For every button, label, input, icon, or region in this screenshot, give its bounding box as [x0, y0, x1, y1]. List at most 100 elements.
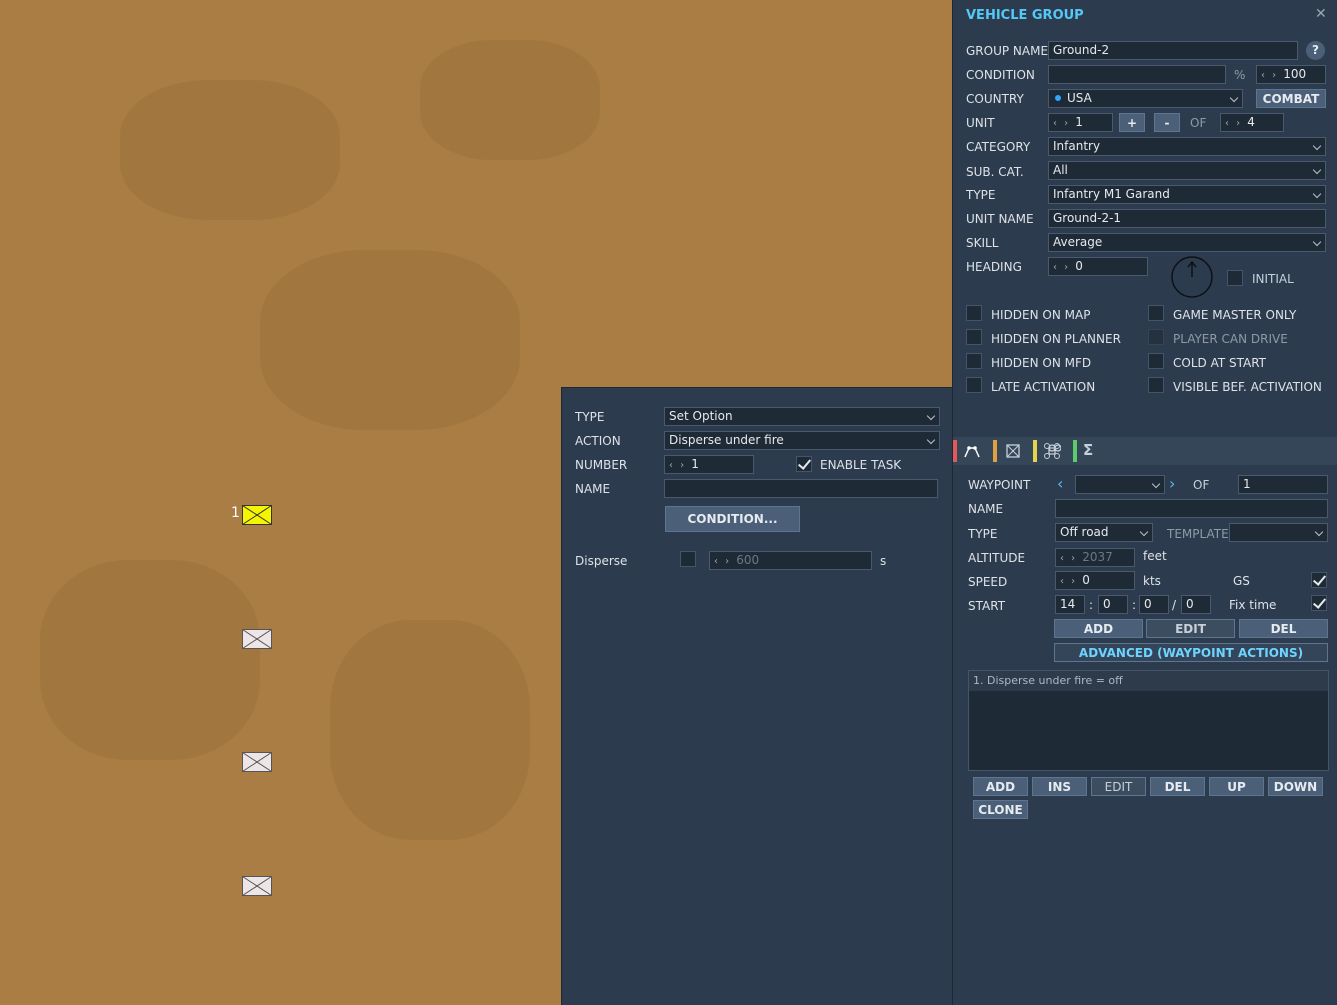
start-minutes-input[interactable]: 0 [1098, 595, 1128, 614]
action-up-button[interactable]: UP [1209, 777, 1264, 796]
disperse-checkbox[interactable] [680, 551, 696, 567]
action-clone-button[interactable]: CLONE [973, 800, 1028, 819]
unit-value: 1 [1075, 115, 1083, 129]
category-select[interactable]: Infantry [1048, 137, 1326, 156]
condition-percent-spinner[interactable]: ‹ › 100 [1256, 65, 1326, 84]
start-fraction-input[interactable]: 0 [1181, 595, 1211, 614]
sigma-icon[interactable]: Σ [1083, 441, 1101, 459]
heading-spinner[interactable]: ‹ › 0 [1048, 257, 1148, 276]
group-name-input[interactable]: Ground-2 [1048, 41, 1298, 60]
close-icon[interactable]: ✕ [1315, 6, 1327, 22]
chevron-down-icon [1312, 141, 1322, 151]
task-type-select[interactable]: Set Option [664, 407, 940, 426]
unit-marker[interactable] [242, 752, 272, 772]
waypoint-add-button[interactable]: ADD [1054, 619, 1143, 638]
hidden-on-map-checkbox[interactable] [966, 305, 982, 321]
tab-route[interactable] [963, 442, 981, 460]
advanced-waypoint-actions-button[interactable]: ADVANCED (WAYPOINT ACTIONS) [1054, 643, 1328, 662]
condition-input[interactable] [1048, 65, 1226, 84]
initial-checkbox[interactable] [1227, 270, 1243, 286]
waypoint-type-select[interactable]: Off road [1055, 523, 1153, 542]
category-value: Infantry [1053, 139, 1101, 153]
prev-waypoint-icon[interactable]: ‹ [1057, 474, 1063, 493]
time-separator: : [1089, 598, 1094, 612]
start-label: START [968, 599, 1006, 613]
unit-spinner[interactable]: ‹ › 1 [1048, 113, 1113, 132]
fix-time-label: Fix time [1229, 598, 1277, 612]
spinner-arrows-icon[interactable]: ‹ › [1060, 576, 1077, 587]
spinner-arrows-icon[interactable]: ‹ › [1053, 118, 1070, 129]
spinner-arrows-icon[interactable]: ‹ › [1261, 70, 1278, 81]
enable-task-label: ENABLE TASK [820, 458, 902, 472]
condition-button[interactable]: CONDITION... [665, 506, 800, 532]
combat-button[interactable]: COMBAT [1256, 89, 1326, 108]
unit-label: UNIT [966, 116, 995, 130]
speed-unit: kts [1143, 574, 1161, 588]
list-item[interactable]: 1. Disperse under fire = off [969, 671, 1328, 691]
hidden-on-mfd-checkbox[interactable] [966, 353, 982, 369]
waypoint-edit-button[interactable]: EDIT [1146, 619, 1235, 638]
enable-task-checkbox[interactable] [796, 456, 812, 472]
waypoint-select[interactable] [1075, 475, 1165, 494]
subcat-select[interactable]: All [1048, 161, 1326, 180]
waypoint-name-input[interactable] [1055, 499, 1328, 518]
country-label: COUNTRY [966, 92, 1024, 106]
tab-color-marker [953, 440, 957, 462]
chevron-down-icon [1312, 189, 1322, 199]
waypoint-label: WAYPOINT [968, 478, 1031, 492]
unit-total-spinner[interactable]: ‹ › 4 [1220, 113, 1284, 132]
start-hours-input[interactable]: 14 [1055, 595, 1085, 614]
tab-payload[interactable] [1043, 442, 1062, 460]
visible-bef-activation-label: VISIBLE BEF. ACTIVATION [1173, 380, 1322, 394]
late-activation-checkbox[interactable] [966, 377, 982, 393]
start-seconds-input[interactable]: 0 [1139, 595, 1169, 614]
unit-name-input[interactable]: Ground-2-1 [1048, 209, 1326, 228]
unit-marker[interactable] [242, 629, 272, 649]
hidden-on-planner-checkbox[interactable] [966, 329, 982, 345]
spinner-arrows-icon[interactable]: ‹ › [1053, 262, 1070, 273]
spinner-arrows-icon[interactable]: ‹ › [669, 460, 686, 471]
unit-number-label: 1 [231, 505, 240, 521]
disperse-spinner[interactable]: ‹ › 600 [709, 551, 872, 570]
tab-triggers[interactable] [1004, 442, 1022, 460]
waypoint-type-label: TYPE [968, 527, 998, 541]
task-name-input[interactable] [664, 479, 938, 498]
type-select[interactable]: Infantry M1 Garand [1048, 185, 1326, 204]
gs-checkbox[interactable] [1311, 572, 1327, 588]
waypoint-total: 1 [1238, 475, 1328, 494]
visible-bef-activation-checkbox[interactable] [1148, 377, 1164, 393]
task-number-spinner[interactable]: ‹ › 1 [664, 455, 754, 474]
spinner-arrows-icon[interactable]: ‹ › [1225, 118, 1242, 129]
next-waypoint-icon[interactable]: › [1169, 474, 1175, 493]
action-ins-button[interactable]: INS [1032, 777, 1087, 796]
waypoint-actions-list[interactable]: 1. Disperse under fire = off [968, 670, 1329, 771]
speed-spinner[interactable]: ‹ › 0 [1055, 571, 1135, 590]
tab-color-marker [1073, 440, 1077, 462]
command-icon [1044, 443, 1062, 459]
action-edit-button[interactable]: EDIT [1091, 777, 1146, 796]
task-panel: TYPE Set Option ACTION Disperse under fi… [561, 387, 952, 1005]
action-del-button[interactable]: DEL [1150, 777, 1205, 796]
fix-time-checkbox[interactable] [1311, 595, 1327, 611]
country-select[interactable]: USA [1048, 89, 1243, 108]
remove-unit-button[interactable]: - [1154, 113, 1180, 132]
chevron-down-icon [1151, 479, 1161, 489]
cold-at-start-checkbox[interactable] [1148, 353, 1164, 369]
altitude-unit: feet [1143, 549, 1167, 563]
skill-select[interactable]: Average [1048, 233, 1326, 252]
unit-marker-active[interactable] [242, 505, 272, 525]
condition-label: CONDITION [966, 68, 1035, 82]
task-action-select[interactable]: Disperse under fire [664, 431, 940, 450]
action-add-button[interactable]: ADD [973, 777, 1028, 796]
unit-total-value: 4 [1247, 115, 1255, 129]
start-fraction-value: 0 [1186, 597, 1194, 611]
add-unit-button[interactable]: + [1119, 113, 1145, 132]
unit-marker[interactable] [242, 876, 272, 896]
help-icon[interactable]: ? [1306, 41, 1325, 60]
waypoint-del-button[interactable]: DEL [1239, 619, 1328, 638]
game-master-only-checkbox[interactable] [1148, 305, 1164, 321]
action-down-button[interactable]: DOWN [1268, 777, 1323, 796]
disperse-value: 600 [736, 553, 760, 567]
heading-dial-icon[interactable] [1171, 256, 1213, 298]
category-label: CATEGORY [966, 140, 1031, 154]
